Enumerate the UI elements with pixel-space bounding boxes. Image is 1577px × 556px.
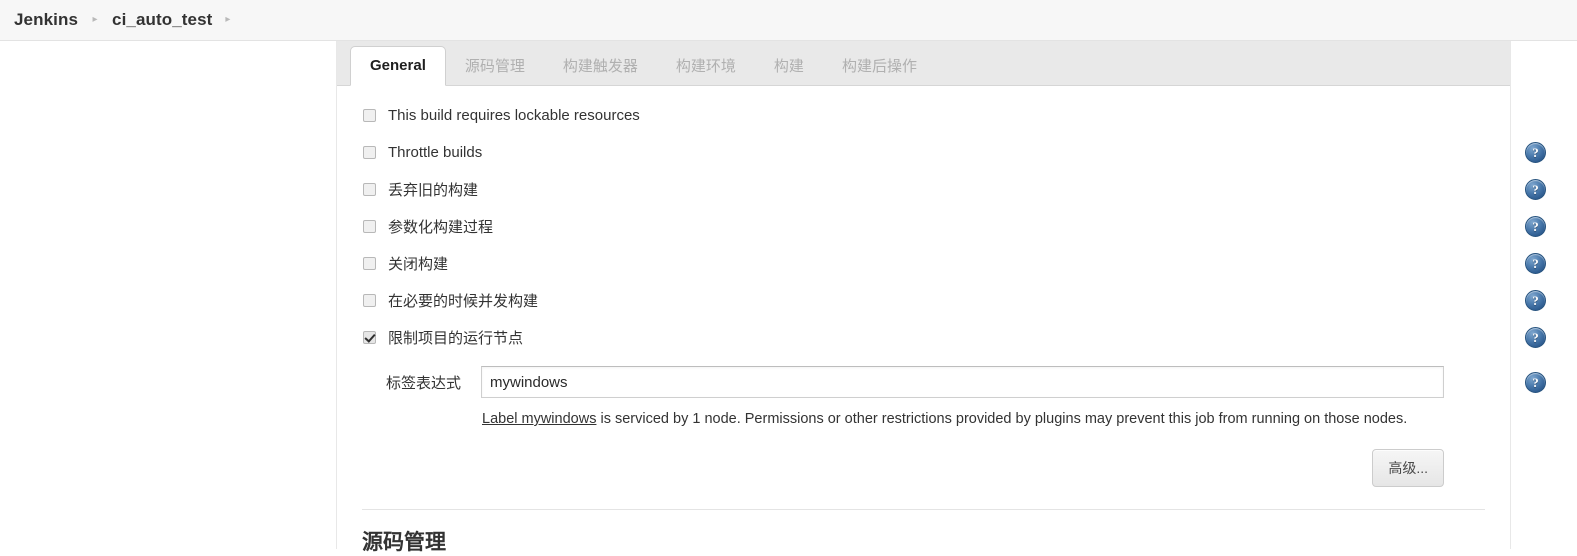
breadcrumb-item-ci-auto-test[interactable]: ci_auto_test [112,10,212,30]
tab-source-code-management[interactable]: 源码管理 [446,59,544,85]
section-heading-scm: 源码管理 [362,531,446,555]
general-settings-form: This build requires lockable resources T… [337,97,1546,556]
option-row-restrict-node[interactable]: 限制项目的运行节点 ? [337,319,1546,356]
help-icon-glyph: ? [1532,145,1539,160]
help-icon-glyph: ? [1532,256,1539,271]
option-row-lockable-resources[interactable]: This build requires lockable resources [337,97,1510,134]
option-row-discard-old-builds[interactable]: 丢弃旧的构建 ? [337,171,1546,208]
label-expression-label: 标签表达式 [385,374,461,392]
breadcrumb: Jenkins ▸ ci_auto_test ▸ [0,0,1577,41]
label-expression-note-text: is serviced by 1 node. Permissions or ot… [596,411,1408,427]
help-icon-restrict-node[interactable]: ? [1525,327,1546,348]
option-row-throttle-builds[interactable]: Throttle builds ? [337,134,1546,171]
option-row-concurrent-builds[interactable]: 在必要的时候并发构建 ? [337,282,1546,319]
checkbox-lockable-resources[interactable] [363,109,376,122]
option-row-disable-build[interactable]: 关闭构建 ? [337,245,1546,282]
option-label-throttle-builds[interactable]: Throttle builds [388,144,482,161]
checkbox-restrict-node[interactable] [363,331,376,344]
option-row-parameterized-build[interactable]: 参数化构建过程 ? [337,208,1546,245]
advanced-button[interactable]: 高级... [1372,449,1444,488]
label-expression-note-link[interactable]: Label mywindows [482,411,596,427]
help-icon-glyph: ? [1532,374,1539,390]
label-expression-input[interactable] [481,366,1444,398]
help-icon-disable-build[interactable]: ? [1525,253,1546,274]
label-expression-note: Label mywindows is serviced by 1 node. P… [337,408,1510,431]
help-icon-throttle-builds[interactable]: ? [1525,142,1546,163]
option-label-concurrent-builds[interactable]: 在必要的时候并发构建 [388,290,538,311]
breadcrumb-separator-icon: ▸ [92,14,98,25]
checkbox-disable-build[interactable] [363,257,376,270]
help-icon-glyph: ? [1532,293,1539,308]
tab-general[interactable]: General [350,46,446,86]
help-icon-glyph: ? [1532,219,1539,234]
checkbox-throttle-builds[interactable] [363,146,376,159]
label-expression-row: 标签表达式 ? [337,365,1546,399]
help-icon-glyph: ? [1532,330,1539,345]
option-label-disable-build[interactable]: 关闭构建 [388,253,448,274]
breadcrumb-item-jenkins[interactable]: Jenkins [14,10,78,30]
checkbox-concurrent-builds[interactable] [363,294,376,307]
tab-build[interactable]: 构建 [755,59,823,85]
tab-post-build-actions[interactable]: 构建后操作 [823,59,936,85]
breadcrumb-separator-trailing-icon: ▸ [225,14,231,25]
option-label-restrict-node[interactable]: 限制项目的运行节点 [388,327,523,348]
checkbox-parameterized-build[interactable] [363,220,376,233]
help-icon-concurrent-builds[interactable]: ? [1525,290,1546,311]
checkbox-discard-old-builds[interactable] [363,183,376,196]
option-label-parameterized-build[interactable]: 参数化构建过程 [388,216,493,237]
advanced-button-wrap: 高级... [337,449,1510,488]
config-panel: General 源码管理 构建触发器 构建环境 构建 构建后操作 This bu… [336,41,1546,554]
config-tab-bar: General 源码管理 构建触发器 构建环境 构建 构建后操作 [337,41,1510,86]
option-label-lockable-resources[interactable]: This build requires lockable resources [388,107,640,124]
help-icon-discard-old-builds[interactable]: ? [1525,179,1546,200]
help-icon-parameterized-build[interactable]: ? [1525,216,1546,237]
option-label-discard-old-builds[interactable]: 丢弃旧的构建 [388,179,478,200]
help-icon-label-expression[interactable]: ? [1525,371,1546,393]
tab-build-triggers[interactable]: 构建触发器 [544,59,657,85]
tab-build-environment[interactable]: 构建环境 [657,59,755,85]
help-icon-glyph: ? [1532,182,1539,197]
